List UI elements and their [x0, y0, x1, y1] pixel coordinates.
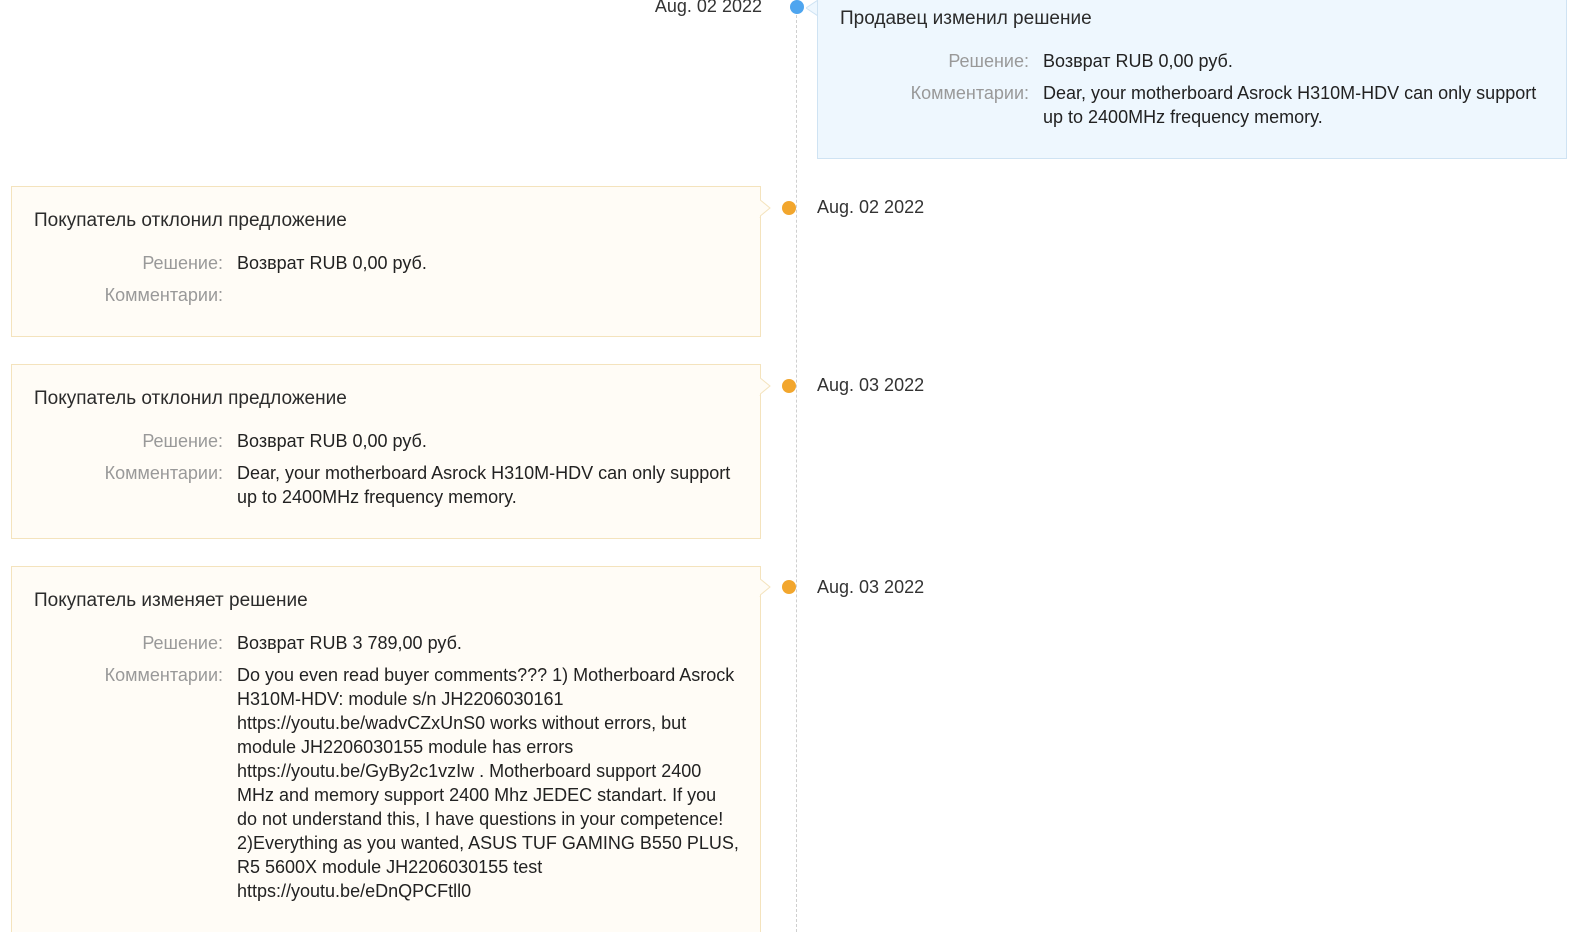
decision-label: Решение: [142, 633, 223, 653]
decision-value: Возврат RUB 0,00 руб. [1043, 51, 1233, 71]
event-title: Покупатель отклонил предложение [34, 210, 347, 231]
card-pointer [759, 377, 771, 396]
decision-label: Решение: [142, 431, 223, 451]
decision-row: Решение: Возврат RUB 0,00 руб. [34, 251, 740, 275]
event-card-seller-changed-decision: Продавец изменил решение Решение: Возвра… [817, 0, 1567, 159]
buyer-event-dot [782, 379, 796, 393]
comment-label: Комментарии: [104, 285, 223, 305]
seller-event-dot [790, 0, 804, 14]
decision-value: Возврат RUB 0,00 руб. [237, 431, 427, 451]
decision-row: Решение: Возврат RUB 3 789,00 руб. [34, 631, 740, 655]
decision-row: Решение: Возврат RUB 0,00 руб. [34, 429, 740, 453]
comment-value: Do you even read buyer comments??? 1) Mo… [237, 665, 739, 901]
comment-value [237, 283, 740, 307]
comment-row: Комментарии: Do you even read buyer comm… [34, 663, 740, 903]
comment-label: Комментарии: [104, 463, 223, 483]
event-card-buyer-changes-decision: Покупатель изменяет решение Решение: Воз… [11, 566, 761, 932]
comment-row: Комментарии: [34, 283, 740, 307]
decision-row: Решение: Возврат RUB 0,00 руб. [840, 49, 1546, 73]
event-title: Покупатель отклонил предложение [34, 388, 347, 409]
decision-value: Возврат RUB 3 789,00 руб. [237, 633, 462, 653]
decision-label: Решение: [142, 253, 223, 273]
event-title: Покупатель изменяет решение [34, 590, 308, 611]
timeline-axis [796, 0, 797, 932]
event-date: Aug. 03 2022 [817, 375, 925, 395]
card-pointer [759, 199, 771, 218]
decision-label: Решение: [948, 51, 1029, 71]
buyer-event-dot [782, 580, 796, 594]
dispute-timeline: Aug. 02 2022 Продавец изменил решение Ре… [0, 0, 1592, 932]
event-date: Aug. 03 2022 [817, 577, 925, 597]
buyer-event-dot [782, 201, 796, 215]
comment-row: Комментарии: Dear, your motherboard Asro… [34, 461, 740, 509]
comment-label: Комментарии: [104, 665, 223, 685]
card-pointer [759, 578, 771, 597]
event-card-buyer-rejected: Покупатель отклонил предложение Решение:… [11, 364, 761, 539]
comment-value: Dear, your motherboard Asrock H310M-HDV … [237, 463, 731, 507]
comment-row: Комментарии: Dear, your motherboard Asro… [840, 81, 1546, 129]
event-date: Aug. 02 2022 [817, 197, 925, 217]
comment-label: Комментарии: [910, 83, 1029, 103]
event-title: Продавец изменил решение [840, 8, 1092, 29]
decision-value: Возврат RUB 0,00 руб. [237, 253, 427, 273]
comment-value: Dear, your motherboard Asrock H310M-HDV … [1043, 83, 1537, 127]
event-date: Aug. 02 2022 [654, 0, 762, 16]
event-card-buyer-rejected: Покупатель отклонил предложение Решение:… [11, 186, 761, 337]
